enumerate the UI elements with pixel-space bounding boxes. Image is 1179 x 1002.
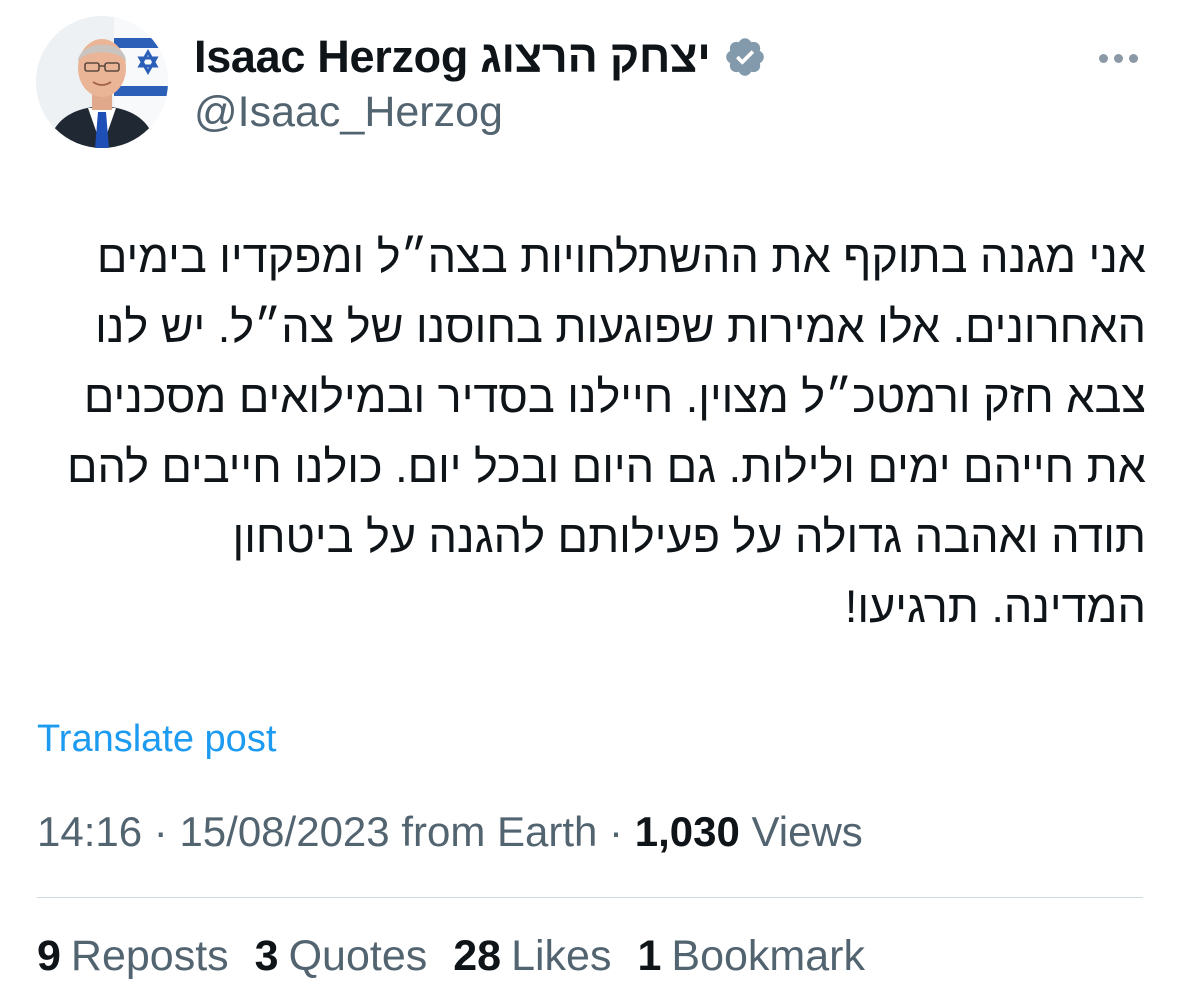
divider	[37, 897, 1143, 898]
author-display-name[interactable]: Isaac Herzog יצחק הרצוג	[194, 31, 711, 83]
author-handle[interactable]: @Isaac_Herzog	[194, 88, 503, 137]
more-dot	[1128, 53, 1138, 63]
quotes-stat[interactable]: 3 Quotes	[255, 932, 428, 981]
reposts-stat[interactable]: 9 Reposts	[37, 932, 229, 981]
post-text-line: האחרונים. אלו אמירות שפוגעות בחוסנו של צ…	[95, 301, 1146, 352]
post-text-line: המדינה. תרגיעו!	[844, 581, 1146, 632]
avatar[interactable]	[36, 16, 168, 148]
post-text: אני מגנה בתוקף את ההשתלחויות בצה״ל ומפקד…	[34, 222, 1146, 642]
likes-count: 28	[453, 932, 502, 980]
meta-separator: ·	[142, 808, 180, 855]
more-dot	[1113, 53, 1123, 63]
post-source: from Earth	[389, 808, 598, 855]
likes-stat[interactable]: 28 Likes	[453, 932, 611, 981]
engagement-stats: 9 Reposts 3 Quotes 28 Likes 1 Bookmark	[37, 932, 891, 981]
more-dot	[1098, 53, 1108, 63]
likes-label: Likes	[511, 932, 612, 980]
post-text-line: תודה ואהבה גדולה על פעילותם להגנה על ביט…	[232, 511, 1146, 562]
post-metadata: 14:16 · 15/08/2023 from Earth · 1,030 Vi…	[37, 808, 863, 856]
profile-photo	[36, 16, 168, 148]
author-name-row[interactable]: Isaac Herzog יצחק הרצוג	[194, 30, 767, 84]
reposts-label: Reposts	[70, 932, 229, 980]
verified-badge-icon[interactable]	[723, 35, 767, 79]
views-label: Views	[751, 808, 863, 855]
bookmarks-stat[interactable]: 1 Bookmark	[637, 932, 865, 981]
post-date[interactable]: 15/08/2023	[179, 808, 389, 855]
meta-separator: ·	[597, 808, 635, 855]
bookmarks-count: 1	[637, 932, 662, 980]
quotes-label: Quotes	[288, 932, 428, 980]
post-text-line: את חייהם ימים ולילות. גם היום ובכל יום. …	[66, 441, 1146, 492]
more-options-icon[interactable]	[1090, 38, 1146, 78]
post-text-line: צבא חזק ורמטכ״ל מצוין. חיילנו בסדיר ובמי…	[83, 371, 1146, 422]
bookmarks-label: Bookmark	[671, 932, 865, 980]
quotes-count: 3	[254, 932, 279, 980]
translate-post-link[interactable]: Translate post	[37, 718, 276, 761]
reposts-count: 9	[37, 932, 61, 980]
views-count: 1,030	[634, 808, 740, 855]
post-text-line: אני מגנה בתוקף את ההשתלחויות בצה״ל ומפקד…	[96, 231, 1146, 282]
post-time[interactable]: 14:16	[37, 808, 142, 855]
